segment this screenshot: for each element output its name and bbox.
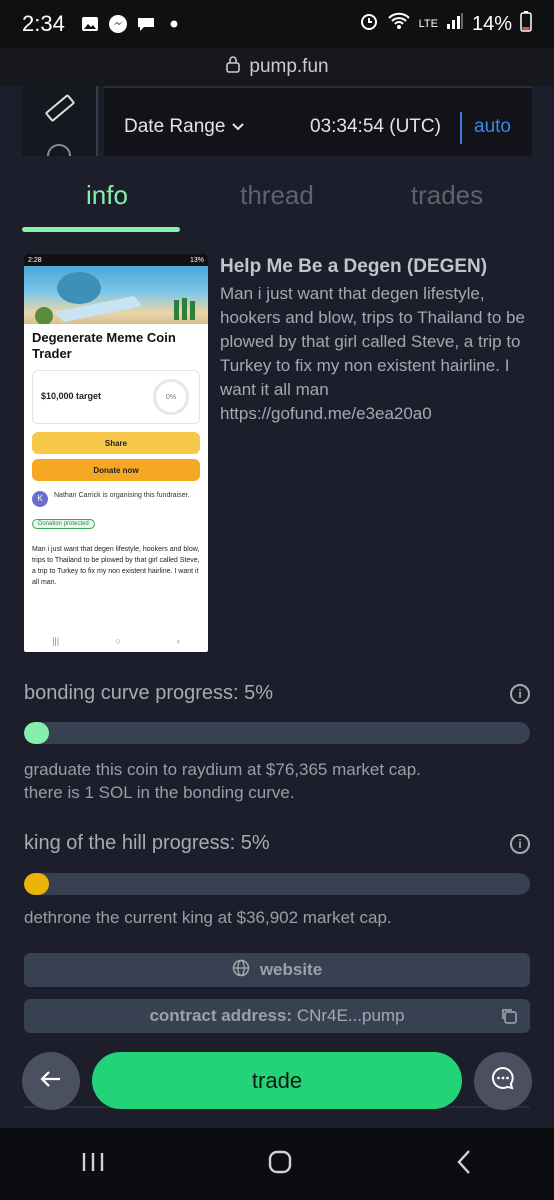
- gallery-icon: [79, 13, 101, 35]
- thumb-status-battery: 13%: [189, 256, 204, 264]
- thumb-organiser-text: Nathan Carrick is organising this fundra…: [54, 492, 190, 499]
- bonding-curve-label: bonding curve progress: 5%: [24, 682, 274, 704]
- thumb-banner: [24, 266, 208, 325]
- dot-icon: [163, 13, 185, 35]
- tab-info[interactable]: info: [22, 180, 192, 232]
- website-button[interactable]: website: [24, 953, 530, 987]
- bonding-sol-text: there is 1 SOL in the bonding curve.: [24, 783, 295, 802]
- copy-icon[interactable]: [500, 1007, 518, 1030]
- thumb-status-bar: 2:28 13%: [24, 254, 208, 266]
- wifi-icon: [387, 12, 411, 36]
- bonding-progress-fill: [24, 722, 50, 744]
- trade-button[interactable]: trade: [92, 1052, 462, 1109]
- bonding-info-icon[interactable]: i: [510, 684, 530, 704]
- contract-address-button[interactable]: contract address: CNr4E...pump: [24, 999, 530, 1033]
- tab-trades[interactable]: trades: [362, 180, 532, 232]
- chart-header: Date Range 03:34:54 (UTC) auto: [22, 86, 532, 157]
- coin-image: 2:28 13% Degenerate Meme Coin Trader $10…: [24, 254, 208, 652]
- koth-label: king of the hill progress: 5%: [24, 832, 270, 854]
- thumb-nav: ||| ○ ‹: [24, 636, 208, 646]
- globe-icon: [232, 959, 250, 982]
- coin-name: Help Me Be a Degen (DEGEN): [220, 256, 488, 277]
- ruler-icon[interactable]: [42, 90, 78, 131]
- thumb-status-time: 2:28: [28, 256, 42, 264]
- home-icon[interactable]: [267, 1149, 293, 1180]
- thumb-title: Degenerate Meme Coin Trader: [32, 330, 176, 361]
- coin-description: Man i just want that degen lifestyle, ho…: [220, 284, 525, 423]
- bonding-progress-bar: [24, 722, 530, 744]
- arrow-left-icon: [40, 1068, 62, 1094]
- chat-button[interactable]: [474, 1052, 532, 1110]
- back-nav-icon[interactable]: [454, 1149, 474, 1180]
- back-button[interactable]: [22, 1052, 80, 1110]
- network-type: LTE: [418, 18, 438, 30]
- koth-dethrone-text: dethrone the current king at $36,902 mar…: [24, 908, 392, 927]
- thumb-share-button: Share: [32, 432, 200, 454]
- lock-icon: [225, 55, 241, 79]
- messenger-icon: [107, 13, 129, 35]
- tab-thread[interactable]: thread: [192, 180, 362, 232]
- android-nav-bar: [0, 1128, 554, 1200]
- date-range-bar: Date Range 03:34:54 (UTC) auto: [104, 86, 532, 156]
- thumb-organiser: K Nathan Carrick is organising this fund…: [32, 491, 200, 507]
- koth-info-icon[interactable]: i: [510, 834, 530, 854]
- bonding-graduate-text: graduate this coin to raydium at $76,365…: [24, 760, 421, 779]
- thumb-back-icon: ‹: [176, 636, 180, 646]
- circle-tool-icon[interactable]: [46, 142, 72, 161]
- url-text: pump.fun: [249, 56, 329, 77]
- thumb-donate-button: Donate now: [32, 459, 200, 481]
- website-label: website: [259, 960, 323, 979]
- contract-label: contract address:: [149, 1006, 293, 1025]
- chart-toolbar: [22, 86, 98, 157]
- thumb-target-box: $10,000 target 0%: [32, 370, 200, 424]
- chat-icon: [135, 13, 157, 35]
- tab-bar: info thread trades: [22, 180, 532, 232]
- contract-value: CNr4E...pump: [296, 1006, 405, 1025]
- koth-progress-bar: [24, 873, 530, 895]
- thumb-percent: 0%: [153, 379, 189, 415]
- thumb-description: Man i just want that degen lifestyle, ho…: [32, 546, 200, 586]
- date-range-dropdown[interactable]: Date Range: [124, 116, 245, 138]
- chevron-down-icon: [231, 116, 245, 137]
- chat-bubble-icon: [490, 1065, 516, 1097]
- auto-scale-button[interactable]: auto: [474, 116, 511, 138]
- signal-icon: [446, 12, 464, 36]
- separator: [460, 112, 462, 144]
- thumb-target: $10,000 target: [41, 391, 102, 401]
- battery-icon: [520, 10, 532, 38]
- utc-clock: 03:34:54 (UTC): [310, 116, 441, 137]
- thumb-home-icon: ○: [115, 636, 121, 646]
- koth-progress-fill: [24, 873, 50, 895]
- url-bar[interactable]: pump.fun: [0, 48, 554, 86]
- battery-percent: 14%: [471, 12, 512, 35]
- thumb-recents-icon: |||: [52, 636, 60, 646]
- status-time: 2:34: [22, 11, 65, 36]
- recents-icon[interactable]: [80, 1150, 106, 1179]
- thumb-protected-badge: Donation protected: [32, 519, 95, 529]
- thumb-avatar: K: [32, 491, 48, 507]
- status-bar: 2:34 LTE 14%: [0, 0, 554, 48]
- date-range-label: Date Range: [124, 116, 226, 137]
- alarm-icon: [359, 11, 379, 37]
